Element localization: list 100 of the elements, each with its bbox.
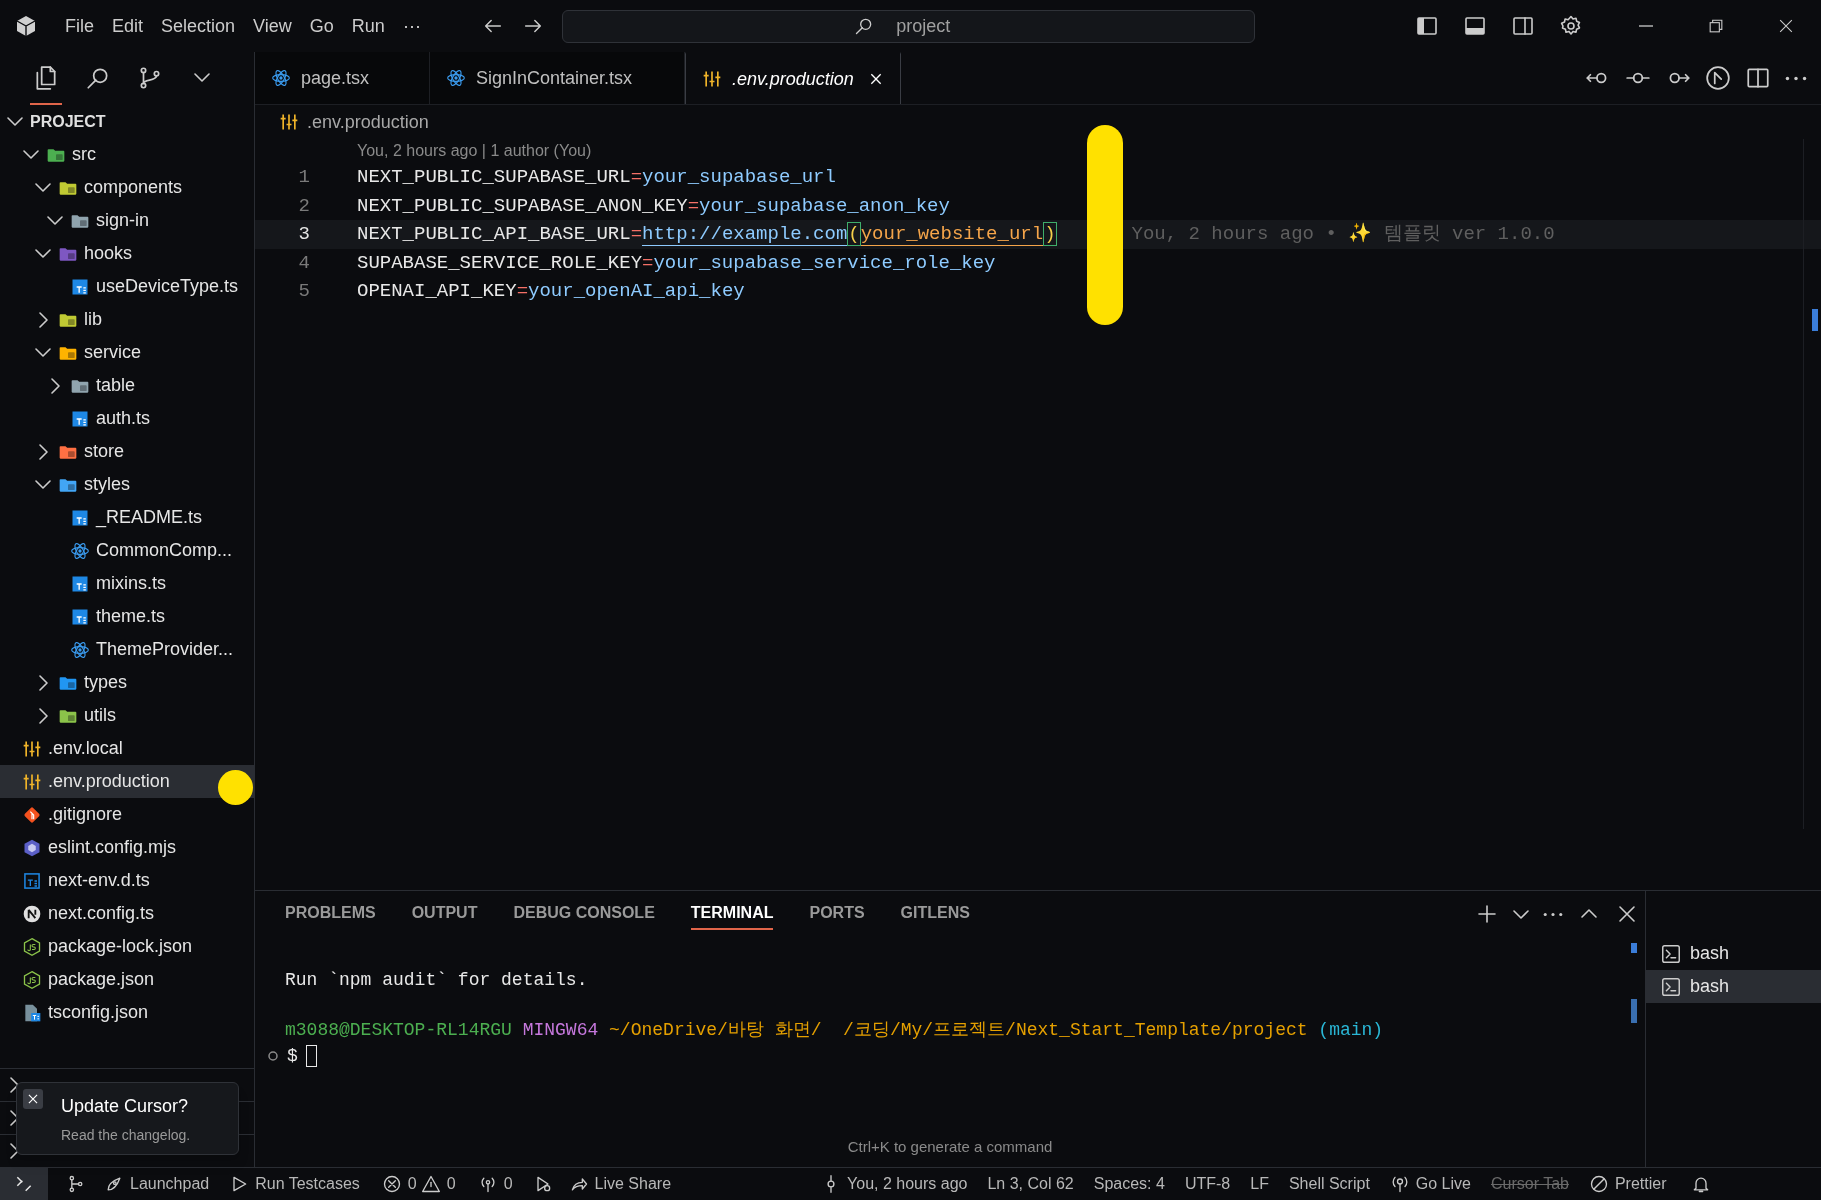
remote-button[interactable]: [0, 1167, 48, 1200]
menu-item[interactable]: Go: [300, 8, 343, 44]
menu-item[interactable]: File: [56, 8, 103, 44]
blame-header[interactable]: You, 2 hours ago | 1 author (You): [357, 139, 592, 163]
tree-item[interactable]: theme.ts: [0, 600, 254, 633]
scrollbar-thumb[interactable]: [1812, 309, 1818, 331]
tree-item[interactable]: package.json: [0, 963, 254, 996]
tree-item[interactable]: tsconfig.json: [0, 996, 254, 1029]
file-name: auth.ts: [96, 407, 151, 430]
tree-item[interactable]: CommonComp...: [0, 534, 254, 567]
menu-item[interactable]: Run: [342, 8, 394, 44]
status-item[interactable]: Shell Script: [1288, 1167, 1370, 1200]
tree-item[interactable]: mixins.ts: [0, 567, 254, 600]
react-icon: [446, 68, 466, 88]
editor-tab[interactable]: .env.production: [685, 52, 901, 104]
blame-status[interactable]: You, 2 hours ago: [821, 1167, 968, 1200]
editor-tab[interactable]: page.tsx: [255, 52, 430, 104]
status-item[interactable]: Spaces: 4: [1093, 1167, 1165, 1200]
folder-item[interactable]: src: [0, 138, 254, 171]
more-icon: [1785, 75, 1807, 81]
file-name: store: [84, 440, 125, 463]
tree-item[interactable]: .env.production: [0, 765, 254, 798]
code-line: NEXT_PUBLIC_API_BASE_URL=http://example.com(your_website_url): [357, 221, 1057, 249]
status-item[interactable]: Ln 3, Col 62: [987, 1167, 1074, 1200]
tree-item[interactable]: useDeviceType.ts: [0, 270, 254, 303]
panel-tab[interactable]: TERMINAL: [690, 898, 774, 930]
circle-icon: [267, 1050, 279, 1062]
file-name: tsconfig.json: [48, 1001, 149, 1024]
tree-item[interactable]: .env.local: [0, 732, 254, 765]
tree-item[interactable]: auth.ts: [0, 402, 254, 435]
close-button[interactable]: [23, 1089, 43, 1109]
line-number: 1: [297, 165, 310, 191]
tree-item[interactable]: package-lock.json: [0, 930, 254, 963]
breadcrumb-item[interactable]: .env.production: [307, 108, 429, 136]
status-item[interactable]: Cursor Tab: [1490, 1167, 1569, 1200]
tree-item[interactable]: .gitignore: [0, 798, 254, 831]
panel-tab[interactable]: DEBUG CONSOLE: [513, 898, 655, 930]
dropdown-button[interactable]: [1513, 909, 1529, 919]
folder-item[interactable]: service: [0, 336, 254, 369]
prettier-button[interactable]: Prettier: [1588, 1167, 1667, 1200]
close-icon[interactable]: [868, 71, 884, 87]
editor-tab[interactable]: SignInContainer.tsx: [430, 52, 685, 104]
tree-item[interactable]: eslint.config.mjs: [0, 831, 254, 864]
circle-slash-icon: [22, 903, 42, 924]
ports-button[interactable]: 0: [477, 1167, 513, 1200]
errors-button[interactable]: 0: [381, 1167, 417, 1200]
file-name: package-lock.json: [48, 935, 193, 958]
more-button[interactable]: [1543, 911, 1563, 917]
file-name: hooks: [84, 242, 133, 265]
new-terminal-button[interactable]: [1475, 902, 1499, 926]
panel-tab[interactable]: PROBLEMS: [285, 898, 376, 930]
folder-item[interactable]: styles: [0, 468, 254, 501]
terminal-prompt: m3088@DESKTOP-RL14RGU MINGW64 ~/OneDrive/바탕 화면/ /코딩/My/프로젝트/Next_Start_Template/project (main): [285, 1019, 1385, 1042]
more-button[interactable]: [1785, 75, 1807, 81]
panel-tab[interactable]: OUTPUT: [411, 898, 478, 930]
warnings-button[interactable]: 0: [420, 1167, 456, 1200]
hexagon-icon: [22, 936, 42, 957]
section-title: PROJECT: [30, 111, 106, 132]
sliders-icon: [702, 69, 722, 89]
command-center-field[interactable]: project: [561, 9, 1255, 43]
status-item[interactable]: UTF-8: [1184, 1167, 1231, 1200]
go-live-button[interactable]: Go Live: [1389, 1167, 1471, 1200]
folder-item[interactable]: types: [0, 666, 254, 699]
tree-item[interactable]: next-env.d.ts: [0, 864, 254, 897]
menu-item[interactable]: Edit: [103, 8, 153, 44]
terminal-input[interactable]: $: [287, 1042, 298, 1070]
terminal-list-item[interactable]: bash: [1646, 937, 1821, 970]
split-editor-button[interactable]: [1745, 65, 1771, 91]
scrollbar-thumb[interactable]: [1631, 999, 1637, 1023]
error-icon: [381, 1174, 402, 1194]
tree-item[interactable]: ThemeProvider...: [0, 633, 254, 666]
tree-item[interactable]: next.config.ts: [0, 897, 254, 930]
folder-item[interactable]: store: [0, 435, 254, 468]
line-number: 3: [297, 222, 310, 248]
menu-item[interactable]: ⋯: [393, 8, 430, 44]
folder-item[interactable]: lib: [0, 303, 254, 336]
blame-annotation: You, 2 hours ago • ✨ 템플릿 ver 1.0.0: [1131, 222, 1555, 248]
menu-item[interactable]: View: [244, 8, 301, 44]
tree-item[interactable]: _README.ts: [0, 501, 254, 534]
live-share-button[interactable]: Live Share: [568, 1167, 672, 1200]
hexagon-icon: [22, 969, 42, 990]
folder-item[interactable]: sign-in: [0, 204, 254, 237]
file-name: table: [96, 374, 136, 397]
terminal-list-item[interactable]: bash: [1646, 970, 1821, 1003]
folder-item[interactable]: components: [0, 171, 254, 204]
menu-item[interactable]: Selection: [152, 8, 245, 44]
more-icon: [1543, 911, 1563, 917]
file-name: mixins.ts: [96, 572, 166, 595]
status-item[interactable]: LF: [1250, 1167, 1269, 1200]
panel-tab[interactable]: PORTS: [809, 898, 865, 930]
terminal-icon: [1660, 975, 1682, 998]
command-hint: Ctrl+K to generate a command: [847, 1136, 1053, 1157]
panel-tab[interactable]: GITLENS: [900, 898, 970, 930]
run-testcases-button[interactable]: Run Testcases: [229, 1167, 360, 1200]
file-name: eslint.config.mjs: [48, 836, 177, 859]
launchpad-button[interactable]: Launchpad: [104, 1167, 210, 1200]
folder-item[interactable]: table: [0, 369, 254, 402]
folder-item[interactable]: utils: [0, 699, 254, 732]
folder-item[interactable]: hooks: [0, 237, 254, 270]
file-name: .env.local: [48, 737, 123, 760]
